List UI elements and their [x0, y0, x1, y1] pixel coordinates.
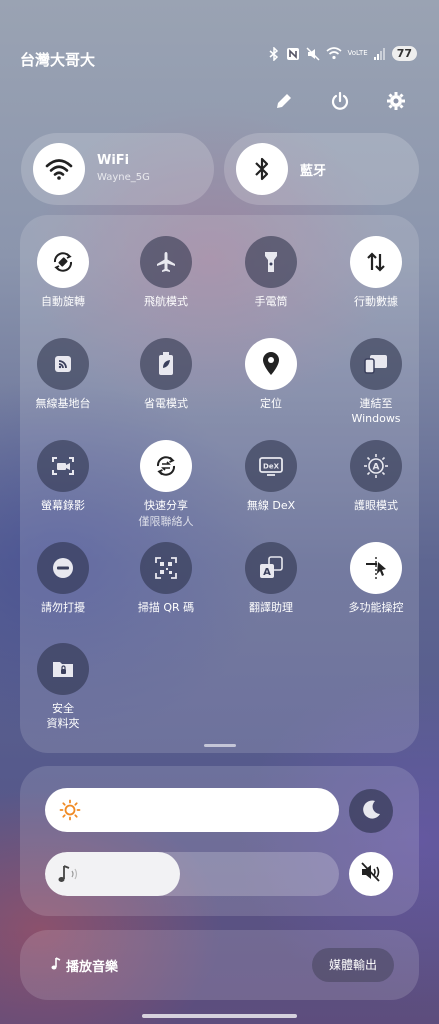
play-music-label: 播放音樂 — [66, 960, 119, 975]
tile-label: 快速分享 — [144, 499, 188, 512]
tile-flashlight[interactable]: 手電筒 — [221, 236, 321, 309]
edit-icon[interactable] — [271, 88, 297, 114]
wifi-title: WiFi — [97, 153, 130, 168]
tile-hotspot[interactable]: 無線基地台 — [13, 338, 113, 411]
music-note-icon — [55, 862, 83, 890]
signal-icon — [373, 47, 386, 60]
volte-icon: VoLTE — [347, 49, 368, 57]
bluetooth-title: 藍牙 — [300, 164, 327, 179]
tile-battery-saver[interactable]: 省電模式 — [116, 338, 216, 411]
bluetooth-icon — [236, 143, 288, 195]
tile-mobile-data[interactable]: 行動數據 — [326, 236, 426, 309]
tile-label: 無線 DeX — [246, 499, 296, 512]
battery-icon: 77 — [391, 46, 417, 61]
qr-scan-icon — [140, 542, 192, 594]
svg-text:DeX: DeX — [263, 463, 280, 471]
airplane-icon — [140, 236, 192, 288]
wifi-icon — [325, 47, 342, 60]
brightness-slider[interactable] — [45, 788, 339, 832]
dex-icon: DeX — [245, 440, 297, 492]
tile-label: 護眼模式 — [354, 499, 398, 512]
tile-label: 飛航模式 — [144, 295, 188, 308]
tile-label: 自動旋轉 — [41, 295, 85, 308]
tile-label: 手電筒 — [254, 295, 288, 308]
tile-quick-share[interactable]: 快速分享 僅限聯絡人 — [116, 440, 216, 529]
night-mode-button[interactable] — [349, 789, 393, 833]
power-icon[interactable] — [327, 88, 353, 114]
home-indicator[interactable] — [142, 1014, 297, 1018]
tile-label: 無線基地台 — [35, 397, 91, 410]
tile-label: 請勿打擾 — [41, 601, 85, 614]
bluetooth-tile[interactable]: 藍牙 — [224, 133, 419, 205]
tile-secure-folder[interactable]: 安全 資料夾 — [13, 643, 113, 731]
tile-label: 定位 — [260, 397, 282, 410]
screen-record-icon — [37, 440, 89, 492]
wifi-network-name: Wayne_5G — [97, 172, 150, 183]
tile-link-to-windows[interactable]: 連結至 Windows — [326, 338, 426, 426]
sun-icon — [59, 799, 81, 825]
volume-slider[interactable] — [45, 852, 339, 896]
tile-screen-record[interactable]: 螢幕錄影 — [13, 440, 113, 513]
link-windows-icon — [350, 338, 402, 390]
svg-text:A: A — [263, 567, 271, 578]
settings-icon[interactable] — [383, 88, 409, 114]
tile-label: 螢幕錄影 — [41, 499, 85, 512]
status-icons: VoLTE 77 — [268, 46, 417, 61]
tile-label-line2: 資料夾 — [46, 717, 80, 730]
wifi-tile[interactable]: WiFi Wayne_5G — [21, 133, 214, 205]
multi-control-icon — [350, 542, 402, 594]
wifi-icon — [33, 143, 85, 195]
media-output-button[interactable]: 媒體輸出 — [312, 948, 394, 982]
eye-comfort-icon: A — [350, 440, 402, 492]
secure-folder-icon — [37, 643, 89, 695]
carrier-name: 台灣大哥大 — [20, 51, 96, 69]
play-music-button[interactable]: 播放音樂 — [50, 956, 118, 975]
tile-sublabel: 僅限聯絡人 — [138, 515, 194, 528]
panel-drag-handle[interactable] — [204, 744, 236, 747]
quick-share-icon — [140, 440, 192, 492]
tile-label: 行動數據 — [354, 295, 398, 308]
tile-qr-scan[interactable]: 掃描 QR 碼 — [116, 542, 216, 615]
mobile-data-icon — [350, 236, 402, 288]
music-note-icon — [50, 956, 62, 975]
tile-label: 連結至 — [359, 397, 393, 410]
moon-icon — [360, 798, 382, 824]
auto-rotate-icon — [37, 236, 89, 288]
tile-location[interactable]: 定位 — [221, 338, 321, 411]
tile-label: 多功能操控 — [348, 601, 404, 614]
tile-label: 安全 — [52, 702, 74, 715]
flashlight-icon — [245, 236, 297, 288]
sound-mode-button[interactable] — [349, 852, 393, 896]
svg-text:A: A — [373, 463, 380, 473]
tile-label-line2: Windows — [351, 412, 401, 425]
tile-auto-rotate[interactable]: 自動旋轉 — [13, 236, 113, 309]
hotspot-icon — [37, 338, 89, 390]
battery-saver-icon — [140, 338, 192, 390]
tile-do-not-disturb[interactable]: 請勿打擾 — [13, 542, 113, 615]
location-icon — [245, 338, 297, 390]
tile-multi-control[interactable]: 多功能操控 — [326, 542, 426, 615]
tile-label: 掃描 QR 碼 — [137, 601, 195, 614]
tile-eye-comfort[interactable]: A 護眼模式 — [326, 440, 426, 513]
tile-airplane-mode[interactable]: 飛航模式 — [116, 236, 216, 309]
tile-label: 省電模式 — [144, 397, 188, 410]
bluetooth-icon — [268, 46, 280, 61]
header-actions — [271, 88, 409, 114]
tile-label: 翻譯助理 — [249, 601, 293, 614]
do-not-disturb-icon — [37, 542, 89, 594]
tile-translate[interactable]: A 翻譯助理 — [221, 542, 321, 615]
mute-icon — [305, 46, 320, 61]
mute-icon — [359, 860, 383, 888]
tile-wireless-dex[interactable]: DeX 無線 DeX — [221, 440, 321, 513]
nfc-icon — [286, 47, 300, 61]
translate-icon: A — [245, 542, 297, 594]
